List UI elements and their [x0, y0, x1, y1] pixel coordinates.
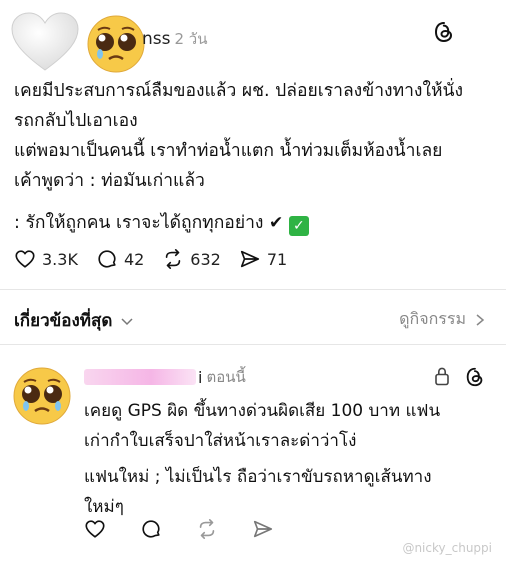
watermark: @nicky_chuppi	[402, 541, 492, 555]
heart-icon[interactable]	[84, 518, 106, 540]
share-count: 71	[266, 249, 288, 269]
comment-button[interactable]: 42	[96, 248, 144, 270]
send-icon[interactable]	[252, 518, 274, 540]
reply-body: เคยดู GPS ผิด ขึ้นทางด่วนผิดเสีย 100 บาท…	[84, 396, 504, 522]
pleading-face-avatar-icon[interactable]	[12, 366, 72, 426]
reply-line: เคยดู GPS ผิด ขึ้นทางด่วนผิดเสีย 100 บาท…	[84, 401, 441, 421]
view-activity-link[interactable]: ดูกิจกรรม	[399, 307, 486, 332]
white-heart-avatar-icon	[11, 12, 79, 71]
post-line: แต่พอมาเป็นคนนี้ เราทำท่อน้ำแตก น้ำท่วมเ…	[14, 141, 443, 161]
pleading-face-emoji-icon	[87, 15, 145, 73]
post-avatars[interactable]	[10, 12, 145, 73]
reply-line: เก่ากำใบเสร็จปาใส่หน้าเราละด่าว่าโง่	[84, 431, 357, 451]
sort-label: เกี่ยวข้องที่สุด	[14, 311, 113, 331]
redacted-username	[84, 369, 196, 385]
repost-count: 632	[190, 249, 221, 269]
chevron-down-icon	[121, 317, 133, 325]
like-count: 3.3K	[42, 249, 78, 269]
divider	[0, 344, 506, 345]
reply-header: i ตอนนี้	[84, 366, 246, 388]
post-actions: 3.3K 42 632 71	[14, 246, 305, 272]
view-activity-label: ดูกิจกรรม	[399, 309, 466, 328]
post-body: เคยมีประสบการณ์ลืมของแล้ว ผช. ปล่อยเราลง…	[14, 76, 500, 238]
chevron-right-icon	[476, 313, 485, 326]
related-bar: เกี่ยวข้องที่สุด ดูกิจกรรม	[0, 297, 506, 341]
post-closing-line: : รักให้ถูกคน เราจะได้ถูกทุกอย่าง ✔ ✓	[14, 208, 500, 238]
threads-logo-icon[interactable]	[432, 20, 456, 44]
reply-actions	[84, 518, 308, 540]
reply-time: ตอนนี้	[206, 368, 246, 386]
like-button[interactable]: 3.3K	[14, 248, 78, 270]
threads-logo-icon[interactable]	[464, 366, 486, 388]
heavy-check-icon: ✔	[269, 213, 284, 233]
comment-count: 42	[123, 249, 145, 269]
post-line: รถกลับไปเอาเอง	[14, 111, 138, 131]
divider	[0, 289, 506, 290]
repost-button[interactable]: 632	[162, 248, 221, 270]
post: nss 2 วัน เคยมีประสบการณ์ลืมของแล้ว ผช. ป…	[0, 0, 506, 290]
post-line: เคยมีประสบการณ์ลืมของแล้ว ผช. ปล่อยเราลง…	[14, 81, 464, 101]
post-header: nss 2 วัน	[142, 27, 208, 51]
reply-line: แฟนใหม่ ; ไม่เป็นไร ถือว่าเราขับรถหาดูเส…	[84, 467, 432, 487]
repost-icon[interactable]	[196, 518, 218, 540]
lock-icon	[435, 367, 449, 386]
reply: i ตอนนี้ เคยดู GPS ผิด ขึ้นทางด่วนผิดเสี…	[0, 348, 506, 565]
closing-text: : รักให้ถูกคน เราจะได้ถูกทุกอย่าง	[14, 213, 264, 233]
send-icon	[240, 250, 259, 268]
repost-icon	[166, 249, 181, 269]
post-line: เค้าพูดว่า : ท่อมันเก่าแล้ว	[14, 171, 205, 191]
comment-bubble-icon	[98, 250, 116, 268]
post-author[interactable]: nss	[142, 29, 171, 49]
reply-author-tail[interactable]: i	[198, 368, 202, 387]
comment-bubble-icon[interactable]	[140, 518, 162, 540]
post-time: 2 วัน	[174, 30, 208, 48]
green-check-box-icon: ✓	[288, 216, 309, 236]
share-button[interactable]: 71	[239, 248, 287, 270]
sort-dropdown[interactable]: เกี่ยวข้องที่สุด	[14, 307, 134, 334]
heart-icon	[15, 250, 35, 268]
